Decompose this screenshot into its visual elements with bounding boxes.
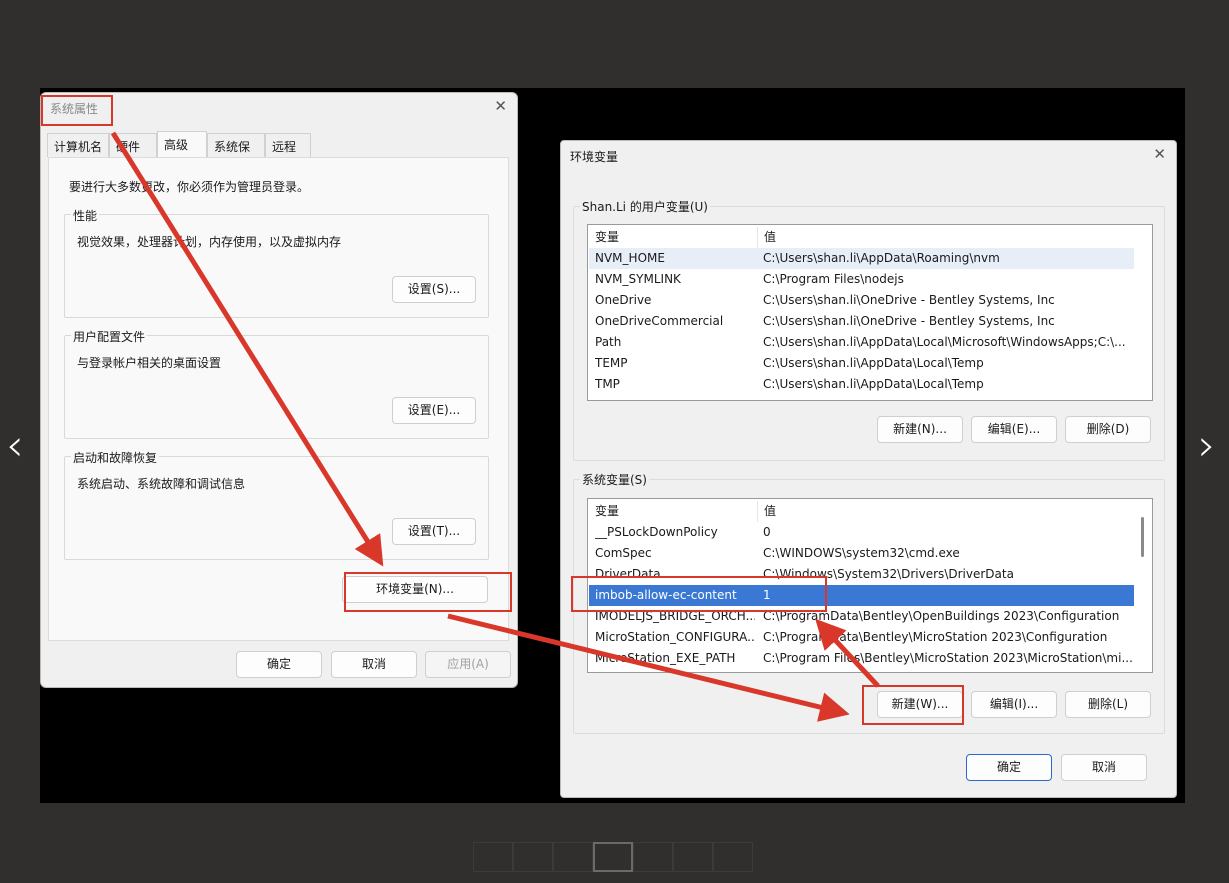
variable-value: C:\Users\shan.li\AppData\Local\Microsoft… (763, 335, 1126, 349)
scrollbar-thumb[interactable] (1141, 517, 1144, 557)
group-text: 系统启动、系统故障和调试信息 (77, 477, 246, 491)
variable-name: TMP (595, 377, 620, 391)
system-new-button[interactable]: 新建(W)... (877, 691, 963, 718)
variable-name: OneDriveCommercial (595, 314, 724, 328)
list-header: 变量值 (589, 501, 1134, 522)
variable-name: DriverData (595, 567, 661, 581)
variable-value: C:\WINDOWS\system32\cmd.exe (763, 546, 960, 560)
performance-settings-button[interactable]: 设置(S)... (392, 276, 476, 303)
ok-button[interactable]: 确定 (966, 754, 1052, 781)
variable-value: 0 (763, 525, 771, 539)
dialog-title: 环境变量 (570, 150, 619, 164)
variable-name: NVM_HOME (595, 251, 665, 265)
variable-name: TEMP (595, 356, 628, 370)
list-item[interactable]: NVM_HOME C:\Users\shan.li\AppData\Roaming… (589, 248, 1134, 269)
list-header: 变量值 (589, 227, 1134, 248)
user-delete-button[interactable]: 删除(D) (1065, 416, 1151, 443)
thumbnail[interactable] (633, 842, 673, 872)
system-edit-button[interactable]: 编辑(I)... (971, 691, 1057, 718)
column-header-value[interactable]: 值 (757, 501, 776, 522)
list-item[interactable]: TEMP C:\Users\shan.li\AppData\Local\Temp (589, 353, 1134, 374)
variable-name: imbob-allow-ec-content (595, 588, 737, 602)
variable-name: NVM_SYMLINK (595, 272, 681, 286)
group-label: 性能 (71, 207, 100, 224)
tab-hardware[interactable]: 硬件 (109, 133, 157, 157)
variable-value: C:\Users\shan.li\OneDrive - Bentley Syst… (763, 314, 1055, 328)
apply-button[interactable]: 应用(A) (425, 651, 511, 678)
startup-recovery-group: 启动和故障恢复 系统启动、系统故障和调试信息 设置(T)... (64, 449, 489, 560)
tab-remote[interactable]: 远程 (265, 133, 311, 157)
system-properties-dialog: 系统属性 ✕ 计算机名 硬件 高级 系统保护 远程 要进行大多数更改，你必须作为… (40, 92, 518, 688)
thumbnail[interactable] (513, 842, 553, 872)
variable-name: MicroStation_CONFIGURA... (595, 630, 755, 644)
thumbnail[interactable] (473, 842, 513, 872)
variable-value: C:\Users\shan.li\AppData\Roaming\nvm (763, 251, 1000, 265)
variable-value: C:\ProgramData\Bentley\OpenBuildings 202… (763, 609, 1120, 623)
previous-arrow-icon[interactable]: ‹ (6, 420, 24, 471)
thumbnail[interactable] (713, 842, 753, 872)
group-text: 视觉效果，处理器计划，内存使用，以及虚拟内存 (77, 235, 342, 249)
performance-group: 性能 视觉效果，处理器计划，内存使用，以及虚拟内存 设置(S)... (64, 207, 489, 318)
environment-variables-dialog: 环境变量 ✕ Shan.Li 的用户变量(U) 变量值 NVM_HOME C:\U… (560, 140, 1177, 798)
environment-variables-button[interactable]: 环境变量(N)... (342, 576, 488, 603)
thumbnail[interactable] (673, 842, 713, 872)
variable-name: Path (595, 335, 622, 349)
dialog-title: 系统属性 (50, 102, 99, 116)
variable-value: C:\ProgramData\Bentley\MicroStation 2023… (763, 630, 1108, 644)
variable-value: C:\Users\shan.li\OneDrive - Bentley Syst… (763, 293, 1055, 307)
variable-name: ComSpec (595, 546, 652, 560)
user-variables-list[interactable]: 变量值 NVM_HOME C:\Users\shan.li\AppData\Roa… (587, 224, 1153, 401)
thumbnail[interactable] (553, 842, 593, 872)
variable-value: C:\Users\shan.li\AppData\Local\Temp (763, 356, 984, 370)
list-item[interactable]: MicroStation_EXE_PATH C:\Program Files\Be… (589, 648, 1134, 669)
list-item[interactable]: OneDrive C:\Users\shan.li\OneDrive - Bent… (589, 290, 1134, 311)
user-new-button[interactable]: 新建(N)... (877, 416, 963, 443)
variable-name: MicroStation_EXE_PATH (595, 651, 736, 665)
column-header-variable[interactable]: 变量 (595, 501, 755, 522)
column-header-variable[interactable]: 变量 (595, 227, 755, 248)
next-arrow-icon[interactable]: › (1198, 420, 1216, 471)
group-label: 启动和故障恢复 (71, 449, 160, 466)
list-item[interactable]: __PSLockDownPolicy 0 (589, 522, 1134, 543)
cancel-button[interactable]: 取消 (1061, 754, 1147, 781)
admin-note: 要进行大多数更改，你必须作为管理员登录。 (69, 180, 310, 194)
list-item[interactable]: TMP C:\Users\shan.li\AppData\Local\Temp (589, 374, 1134, 395)
column-header-value[interactable]: 值 (757, 227, 776, 248)
group-label: 系统变量(S) (580, 471, 649, 488)
list-item[interactable]: OneDriveCommercial C:\Users\shan.li\OneDr… (589, 311, 1134, 332)
profile-settings-button[interactable]: 设置(E)... (392, 397, 476, 424)
tab-advanced[interactable]: 高级 (157, 131, 207, 158)
user-edit-button[interactable]: 编辑(E)... (971, 416, 1057, 443)
list-item[interactable]: MicroStation_CONFIGURA... C:\ProgramData\… (589, 627, 1134, 648)
system-variables-list[interactable]: 变量值 __PSLockDownPolicy 0 ComSpec C:\WINDOWS… (587, 498, 1153, 673)
variable-value: C:\Windows\System32\Drivers\DriverData (763, 567, 1014, 581)
tab-computer-name[interactable]: 计算机名 (47, 133, 109, 157)
list-item[interactable]: imbob-allow-ec-content 1 (589, 585, 1134, 606)
ok-button[interactable]: 确定 (236, 651, 322, 678)
list-item[interactable]: Path C:\Users\shan.li\AppData\Local\Micro… (589, 332, 1134, 353)
group-text: 与登录帐户相关的桌面设置 (77, 356, 222, 370)
list-item[interactable]: DriverData C:\Windows\System32\Drivers\Dr… (589, 564, 1134, 585)
close-icon[interactable]: ✕ (494, 97, 507, 115)
list-item[interactable]: NVM_SYMLINK C:\Program Files\nodejs (589, 269, 1134, 290)
list-item[interactable]: ComSpec C:\WINDOWS\system32\cmd.exe (589, 543, 1134, 564)
user-profiles-group: 用户配置文件 与登录帐户相关的桌面设置 设置(E)... (64, 328, 489, 439)
advanced-panel: 要进行大多数更改，你必须作为管理员登录。 性能 视觉效果，处理器计划，内存使用，… (48, 157, 509, 641)
variable-name: __PSLockDownPolicy (595, 525, 718, 539)
group-label: 用户配置文件 (71, 328, 148, 345)
variable-value: 1 (763, 588, 771, 602)
cancel-button[interactable]: 取消 (331, 651, 417, 678)
list-item[interactable]: IMODELJS_BRIDGE_ORCH... C:\ProgramData\Be… (589, 606, 1134, 627)
thumbnail[interactable] (593, 842, 633, 872)
close-icon[interactable]: ✕ (1153, 145, 1166, 163)
variable-name: IMODELJS_BRIDGE_ORCH... (595, 609, 755, 623)
variable-name: OneDrive (595, 293, 652, 307)
system-delete-button[interactable]: 删除(L) (1065, 691, 1151, 718)
variable-value: C:\Program Files\nodejs (763, 272, 904, 286)
variable-value: C:\Program Files\Bentley\MicroStation 20… (763, 651, 1133, 665)
startup-settings-button[interactable]: 设置(T)... (392, 518, 476, 545)
group-label: Shan.Li 的用户变量(U) (580, 198, 710, 215)
tab-system-protection[interactable]: 系统保护 (207, 133, 265, 171)
variable-value: C:\Users\shan.li\AppData\Local\Temp (763, 377, 984, 391)
